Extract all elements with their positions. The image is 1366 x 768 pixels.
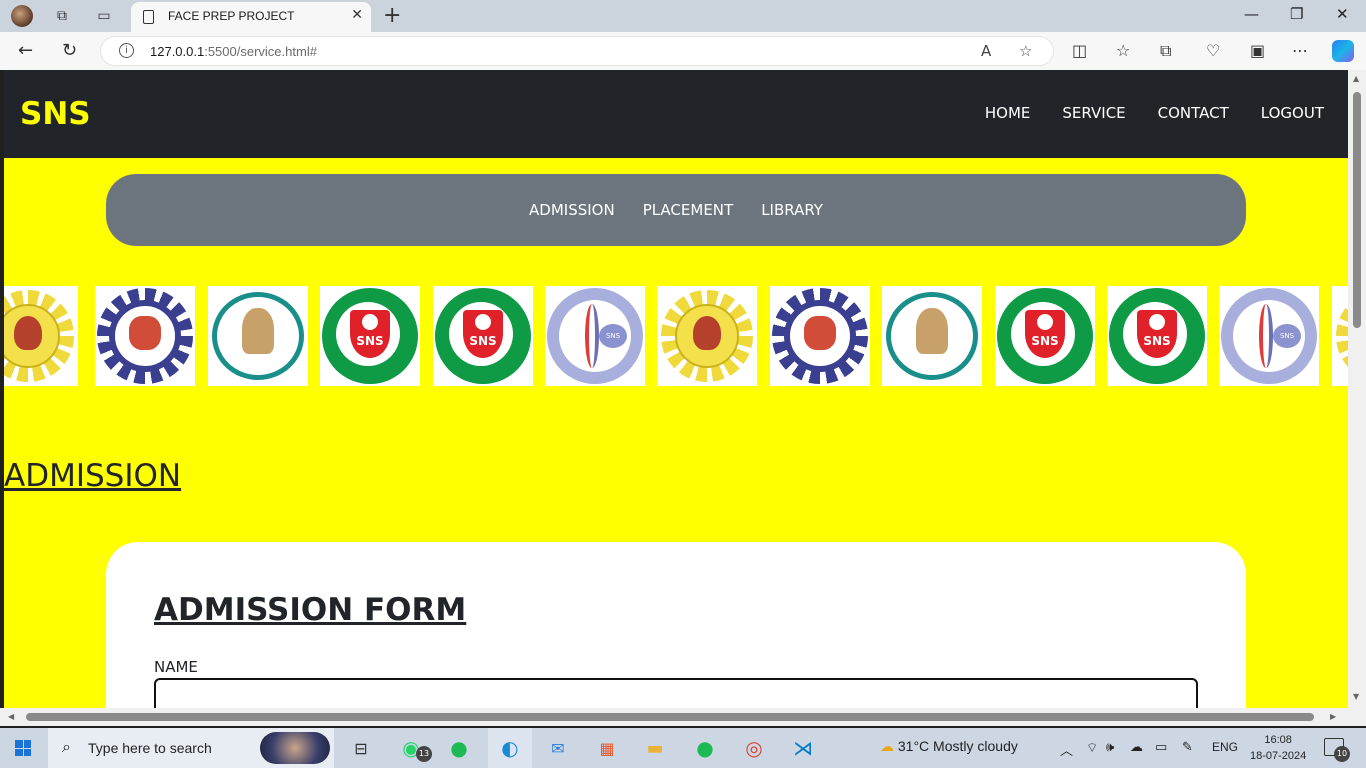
language-indicator[interactable]: ENG: [1212, 740, 1238, 754]
read-aloud-icon[interactable]: A: [981, 42, 991, 60]
close-window-icon[interactable]: ✕: [1336, 5, 1349, 23]
profile-avatar[interactable]: [11, 5, 33, 27]
store-icon[interactable]: ▦: [594, 736, 620, 760]
admission-form-card: ADMISSION FORM NAME: [106, 542, 1246, 708]
subnav-admission[interactable]: ADMISSION: [515, 201, 629, 219]
brand-logo[interactable]: SNS: [20, 96, 91, 132]
url-text[interactable]: 127.0.0.1:5500/service.html#: [150, 44, 317, 59]
subnav-library[interactable]: LIBRARY: [747, 201, 837, 219]
close-tab-icon[interactable]: ✕: [351, 7, 363, 23]
pharmacy-college-logo: SNS: [1107, 286, 1207, 386]
admission-section-heading[interactable]: ADMISSION: [4, 458, 181, 494]
pen-icon[interactable]: ✎: [1182, 740, 1193, 755]
tech-college-logo: [1332, 286, 1348, 386]
name-input[interactable]: [154, 678, 1198, 708]
tab-title: FACE PREP PROJECT: [168, 9, 295, 23]
favorite-star-icon[interactable]: ☆: [1019, 42, 1032, 60]
browser-essentials-icon[interactable]: ♡: [1206, 41, 1220, 60]
browser-tab-bar: ⧉ ▭ FACE PREP PROJECT ✕ + — ❐ ✕: [0, 0, 1366, 32]
scroll-right-icon[interactable]: ▶: [1330, 712, 1336, 721]
pharmacy-college-logo: SNS: [433, 286, 533, 386]
horizontal-scroll-thumb[interactable]: [26, 713, 1314, 721]
more-menu-icon[interactable]: ⋯: [1292, 41, 1308, 60]
cloud-sun-icon: ☁: [880, 738, 898, 754]
weather-text: 31°C Mostly cloudy: [897, 738, 1018, 754]
show-hidden-icons-icon[interactable]: ︿: [1060, 740, 1073, 759]
spotify-icon[interactable]: ●: [446, 736, 472, 760]
mail-icon[interactable]: ✉: [545, 736, 571, 760]
name-field-label: NAME: [154, 658, 198, 676]
battery-icon[interactable]: ▭: [1155, 740, 1167, 755]
workspaces-icon[interactable]: ⧉: [52, 6, 72, 26]
volume-icon[interactable]: 🕪: [1106, 740, 1114, 755]
nav-home[interactable]: HOME: [969, 104, 1047, 122]
physiotherapy-college-logo: SNS: [545, 286, 645, 386]
service-subnav: ADMISSION PLACEMENT LIBRARY: [106, 174, 1246, 246]
new-tab-icon[interactable]: +: [383, 3, 401, 28]
back-icon[interactable]: ←: [18, 40, 33, 61]
scroll-left-icon[interactable]: ◀: [8, 712, 14, 721]
file-explorer-icon[interactable]: ▬: [642, 736, 668, 760]
minimize-icon[interactable]: —: [1244, 5, 1259, 23]
admission-form-title: ADMISSION FORM: [154, 592, 467, 628]
main-nav: HOME SERVICE CONTACT LOGOUT: [969, 104, 1340, 122]
windows-taskbar: ⌕ Type here to search ⊟ ◉ 13 ● ◐ ✉ ▦ ▬ ●…: [0, 728, 1366, 768]
physiotherapy-college-logo: SNS: [1219, 286, 1319, 386]
pharmacy-college-logo: SNS: [320, 286, 420, 386]
vertical-scrollbar[interactable]: ▲ ▼: [1348, 70, 1366, 708]
system-clock[interactable]: 16:08 18-07-2024: [1250, 732, 1306, 764]
top-navbar: SNS HOME SERVICE CONTACT LOGOUT: [4, 70, 1348, 158]
tech-college-logo: [4, 286, 78, 386]
nav-logout[interactable]: LOGOUT: [1245, 104, 1340, 122]
restore-icon[interactable]: ❐: [1290, 5, 1303, 23]
scrollbar-corner: [1348, 708, 1366, 726]
site-info-icon[interactable]: i: [119, 43, 134, 58]
search-highlight-image[interactable]: [260, 732, 330, 764]
network-icon[interactable]: ⌔: [1086, 740, 1098, 756]
tab-actions-icon[interactable]: ▭: [94, 6, 114, 26]
taskbar-search-box[interactable]: ⌕ Type here to search: [48, 728, 334, 768]
vertical-scroll-thumb[interactable]: [1353, 92, 1361, 328]
clock-date: 18-07-2024: [1250, 750, 1307, 762]
engineering-college-logo: [770, 286, 870, 386]
favorites-icon[interactable]: ☆: [1116, 41, 1130, 60]
notification-count-badge: 10: [1334, 746, 1350, 762]
task-view-icon[interactable]: ⊟: [348, 736, 374, 760]
split-screen-icon[interactable]: ◫: [1072, 41, 1087, 60]
clock-time: 16:08: [1264, 734, 1292, 746]
browser-tab-active[interactable]: FACE PREP PROJECT ✕: [131, 2, 371, 32]
weather-widget[interactable]: ☁ 31°C Mostly cloudy: [880, 738, 1018, 755]
arts-science-college-logo: [208, 286, 308, 386]
copilot-icon[interactable]: [1332, 40, 1354, 62]
start-windows-icon[interactable]: [15, 740, 31, 756]
nav-contact[interactable]: CONTACT: [1142, 104, 1245, 122]
page-document-icon: [143, 10, 154, 24]
workspace-icon[interactable]: ▣: [1250, 41, 1265, 60]
scroll-up-icon[interactable]: ▲: [1353, 74, 1359, 83]
vscode-icon[interactable]: ⋊: [790, 736, 816, 760]
engineering-college-logo: [95, 286, 195, 386]
address-bar[interactable]: i 127.0.0.1:5500/service.html# A ☆: [100, 36, 1054, 66]
scroll-down-icon[interactable]: ▼: [1353, 692, 1359, 701]
browser-toolbar: ← ↻ i 127.0.0.1:5500/service.html# A ☆ ◫…: [0, 32, 1366, 70]
whatsapp-badge: 13: [416, 746, 432, 762]
search-placeholder: Type here to search: [88, 740, 212, 756]
arts-science-college-logo: [882, 286, 982, 386]
collections-icon[interactable]: ⧉: [1160, 41, 1171, 61]
nav-service[interactable]: SERVICE: [1046, 104, 1141, 122]
spotify-icon[interactable]: ●: [692, 736, 718, 760]
subnav-placement[interactable]: PLACEMENT: [629, 201, 748, 219]
horizontal-scrollbar[interactable]: ◀ ▶: [0, 708, 1348, 726]
search-icon: ⌕: [62, 737, 71, 756]
tech-college-logo: [657, 286, 757, 386]
page-viewport: SNS HOME SERVICE CONTACT LOGOUT ADMISSIO…: [4, 70, 1348, 708]
pharmacy-college-logo: SNS: [995, 286, 1095, 386]
refresh-icon[interactable]: ↻: [62, 40, 77, 61]
chrome-icon[interactable]: ◎: [741, 736, 767, 760]
edge-browser-icon[interactable]: ◐: [497, 736, 523, 760]
onedrive-icon[interactable]: ☁: [1130, 740, 1143, 755]
